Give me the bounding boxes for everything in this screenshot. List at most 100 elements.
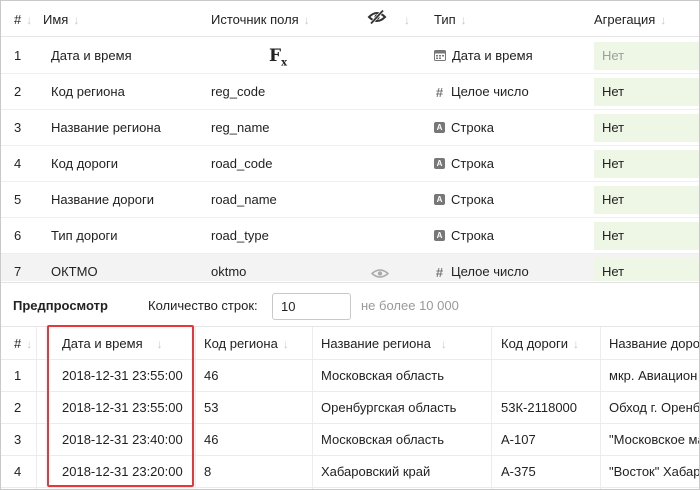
eye-icon[interactable] (370, 267, 390, 281)
sort-arrow-icon: ↓ (282, 337, 289, 351)
preview-row: 3 2018-12-31 23:40:00 46 Московская обла… (1, 424, 699, 456)
sort-arrow-icon: ↓ (573, 337, 579, 351)
field-row[interactable]: 4 Код дороги road_code A Строка Нет (1, 146, 699, 182)
preview-cell: "Восток" Хабар (609, 464, 699, 479)
field-name[interactable]: Код дороги (51, 146, 118, 182)
field-source[interactable]: road_type (211, 218, 269, 254)
aggregation-select[interactable]: Нет (594, 258, 699, 281)
preview-col-road-code[interactable]: Код дороги ↓ (501, 327, 579, 360)
preview-cell: 46 (204, 432, 219, 447)
field-source[interactable]: road_code (211, 146, 272, 182)
aggregation-select[interactable]: Нет (594, 42, 699, 70)
preview-header-row: # ↓ Дата и время ↓ Код региона ↓ Название р… (1, 327, 699, 360)
field-name[interactable]: Код региона (51, 74, 125, 110)
field-source[interactable]: road_name (211, 182, 277, 218)
header-name[interactable]: Имя ↓ (43, 12, 79, 27)
preview-row: 1 2018-12-31 23:55:00 46 Московская обла… (1, 360, 699, 392)
preview-col-road-name[interactable]: Название доро (609, 327, 699, 360)
calendar-icon (434, 39, 446, 75)
field-row[interactable]: 2 Код региона reg_code # Целое число Нет (1, 74, 699, 110)
field-row[interactable]: 3 Название региона reg_name A Строка Нет (1, 110, 699, 146)
sort-arrow-icon: ↓ (460, 13, 467, 27)
preview-cell: Оренбургская область (321, 400, 457, 415)
formula-icon[interactable]: Fx (269, 38, 287, 74)
preview-col-region-code[interactable]: Код региона ↓ (204, 327, 289, 360)
header-type[interactable]: Тип ↓ (434, 12, 467, 27)
field-type[interactable]: A Строка (434, 218, 494, 254)
preview-cell: 2018-12-31 23:20:00 (62, 464, 183, 479)
hidden-eye-icon[interactable] (367, 9, 387, 28)
aggregation-select[interactable]: Нет (594, 150, 699, 178)
field-type[interactable]: Дата и время (434, 38, 533, 74)
field-row-num: 7 (14, 264, 22, 279)
preview-cell: мкр. Авиацион (609, 368, 698, 383)
aggregation-select[interactable]: Нет (594, 78, 699, 106)
string-icon: A (434, 158, 445, 170)
aggregation-select[interactable]: Нет (594, 186, 699, 214)
field-row-num: 3 (14, 120, 22, 135)
preview-cell: 2018-12-31 23:55:00 (62, 400, 183, 415)
sort-arrow-icon: ↓ (26, 13, 33, 27)
field-row-num: 6 (14, 228, 22, 243)
rows-count-label: Количество строк: (148, 298, 258, 313)
sort-arrow-icon[interactable]: ↓ (399, 12, 410, 27)
preview-row: 2 2018-12-31 23:55:00 53 Оренбургская об… (1, 392, 699, 424)
field-row-num: 4 (14, 156, 22, 171)
preview-toolbar: Предпросмотр Количество строк: не более … (1, 282, 699, 326)
sort-arrow-icon: ↓ (440, 337, 447, 351)
preview-cell: Московская область (321, 368, 445, 383)
field-type[interactable]: A Строка (434, 146, 494, 182)
preview-row: 4 2018-12-31 23:20:00 8 Хабаровский край… (1, 456, 699, 488)
aggregation-select[interactable]: Нет (594, 114, 699, 142)
string-icon: A (434, 122, 445, 134)
field-source[interactable]: oktmo (211, 254, 246, 281)
preview-cell: "Московское ма (609, 432, 699, 447)
field-name[interactable]: Дата и время (51, 38, 132, 74)
field-row[interactable]: 1 Дата и время Fx Дата и время Нет (1, 38, 699, 74)
preview-cell: 1 (14, 368, 22, 383)
hash-icon: # (435, 264, 444, 280)
preview-cell: 53К-2118000 (501, 400, 578, 415)
field-name[interactable]: Название региона (51, 110, 161, 146)
preview-col-region-name[interactable]: Название региона ↓ (321, 327, 447, 360)
field-row[interactable]: 6 Тип дороги road_type A Строка Нет (1, 218, 699, 254)
field-type[interactable]: # Целое число (434, 74, 529, 110)
preview-cell: 53 (204, 400, 219, 415)
field-source[interactable]: reg_name (211, 110, 270, 146)
rows-count-hint: не более 10 000 (361, 298, 459, 313)
fields-table-header: # ↓ Имя ↓ Источник поля ↓ ↓ Тип ↓ Агрегация ↓ (1, 1, 699, 37)
field-row-num: 1 (14, 48, 22, 63)
field-type[interactable]: A Строка (434, 182, 494, 218)
field-row-num: 5 (14, 192, 22, 207)
field-name[interactable]: ОКТМО (51, 254, 98, 281)
field-type[interactable]: A Строка (434, 110, 494, 146)
header-source[interactable]: Источник поля ↓ (211, 12, 310, 27)
preview-cell: 3 (14, 432, 22, 447)
field-row-num: 2 (14, 84, 22, 99)
field-row[interactable]: 7 ОКТМО oktmo # Целое число Нет (1, 254, 699, 281)
fields-table: # ↓ Имя ↓ Источник поля ↓ ↓ Тип ↓ Агрегация ↓… (1, 1, 699, 281)
hash-icon: # (435, 84, 444, 100)
field-row[interactable]: 5 Название дороги road_name A Строка Нет (1, 182, 699, 218)
field-name[interactable]: Название дороги (51, 182, 154, 218)
header-aggregation[interactable]: Агрегация ↓ (594, 12, 666, 27)
sort-arrow-icon: ↓ (26, 337, 33, 351)
preview-cell: 4 (14, 464, 22, 479)
string-icon: A (434, 230, 445, 242)
preview-cell: 2 (14, 400, 22, 415)
preview-cell: Обход г. Оренб (609, 400, 699, 415)
header-num[interactable]: # ↓ (14, 12, 32, 27)
preview-cell: А-375 (501, 464, 536, 479)
field-type[interactable]: # Целое число (434, 254, 529, 281)
preview-col-num[interactable]: # ↓ (14, 327, 32, 360)
field-source[interactable]: reg_code (211, 74, 265, 110)
preview-cell: 2018-12-31 23:40:00 (62, 432, 183, 447)
field-name[interactable]: Тип дороги (51, 218, 118, 254)
sort-arrow-icon: ↓ (73, 13, 80, 27)
rows-count-input[interactable] (272, 293, 351, 320)
preview-col-datetime[interactable]: Дата и время ↓ (62, 327, 163, 360)
aggregation-select[interactable]: Нет (594, 222, 699, 250)
string-icon: A (434, 194, 445, 206)
dataset-editor: # ↓ Имя ↓ Источник поля ↓ ↓ Тип ↓ Агрегация ↓… (0, 0, 700, 490)
preview-cell: 46 (204, 368, 219, 383)
